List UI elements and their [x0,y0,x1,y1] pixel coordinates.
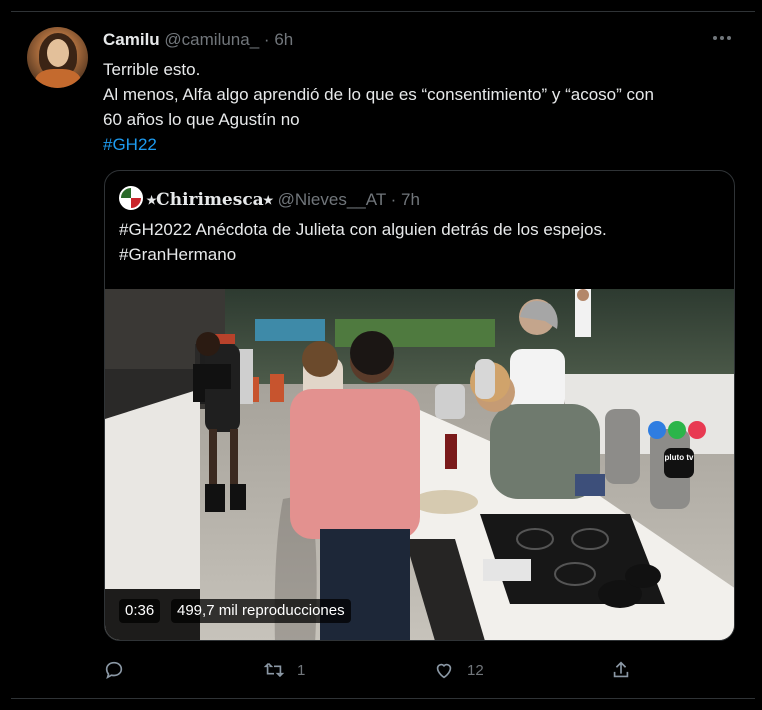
channel-badge: pluto tv [647,420,707,490]
retweet-icon [263,662,285,678]
tweet-time[interactable]: 6h [274,30,293,49]
quote-author-handle[interactable]: @Nieves__AT [278,190,386,209]
more-horizontal-icon[interactable] [710,28,734,54]
quoted-tweet[interactable]: ⭑Chirimesca⭑ @Nieves__AT · 7h #GH2022 An… [104,170,735,641]
retweet-count: 1 [297,661,306,679]
quote-time[interactable]: 7h [401,190,420,209]
quote-line: #GH2022 Anécdota de Julieta con alguien … [119,220,607,239]
avatar[interactable] [27,27,88,88]
tweet-line: 60 años lo que Agustín no [103,110,300,129]
separator: · [390,190,397,209]
quote-header: ⭑Chirimesca⭑ @Nieves__AT · 7h [119,186,420,212]
share-button[interactable] [610,657,632,683]
tweet-header: Camilu @camiluna_ · 6h [103,30,293,50]
video-player[interactable]: pluto tv [105,289,734,640]
quote-line: #GranHermano [119,245,237,264]
tweet-line: Al menos, Alfa algo aprendió de lo que e… [103,85,654,104]
reply-button[interactable] [103,657,125,683]
author-handle[interactable]: @camiluna_ [164,30,259,49]
like-button[interactable]: 12 [433,657,484,683]
share-icon [613,661,629,678]
reply-icon [105,661,123,680]
heart-icon [436,663,452,679]
video-duration: 0:36 [119,599,161,623]
quote-author-name[interactable]: ⭑Chirimesca⭑ [147,190,273,210]
tweet-text: Terrible esto. Al menos, Alfa algo apren… [103,57,743,157]
separator: · [263,30,270,49]
action-bar: 1 12 [103,657,743,683]
author-name[interactable]: Camilu [103,30,160,49]
tweet-line: Terrible esto. [103,60,201,79]
video-views: 499,7 mil reproducciones [171,599,351,623]
quote-text: #GH2022 Anécdota de Julieta con alguien … [119,217,719,267]
quote-avatar[interactable] [119,186,143,210]
retweet-button[interactable]: 1 [263,657,305,683]
hashtag-link[interactable]: #GH22 [103,132,743,157]
video-frame [105,289,734,640]
like-count: 12 [467,661,484,679]
badge-label: pluto tv [665,453,694,462]
